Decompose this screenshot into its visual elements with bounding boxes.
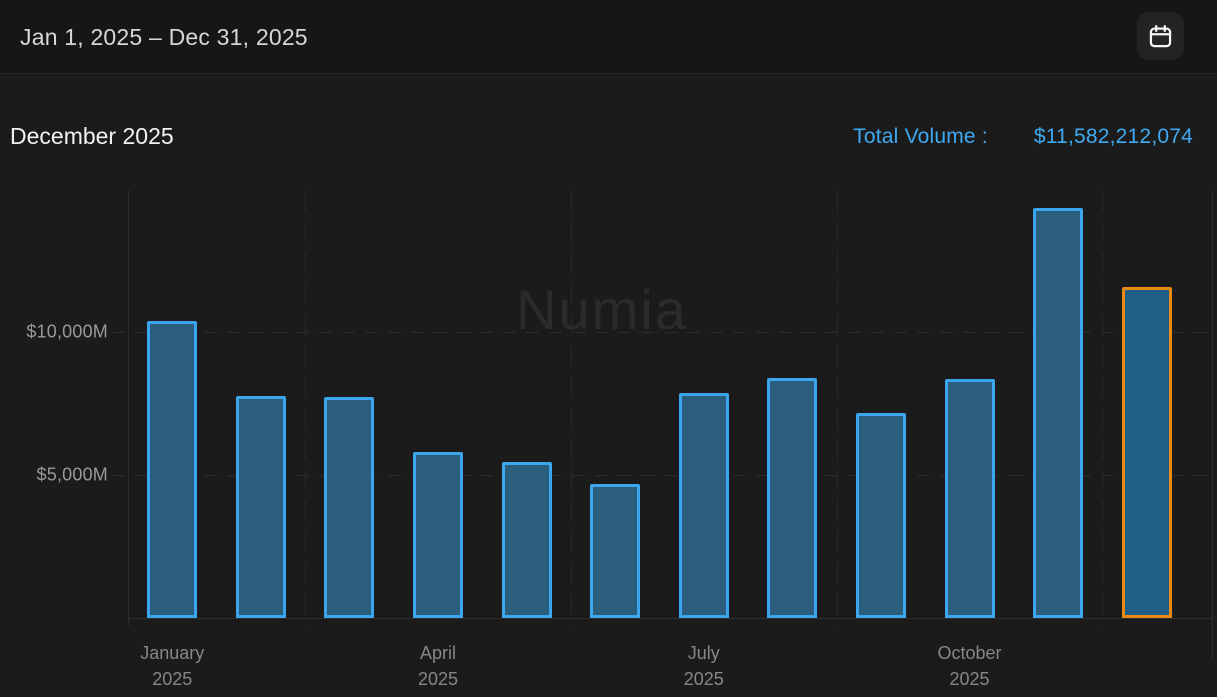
x-axis-baseline bbox=[128, 618, 1213, 619]
bar-march[interactable] bbox=[324, 397, 375, 618]
volume-bar-chart: Numia $10,000M $5,000M January 2025 April 202… bbox=[0, 170, 1217, 697]
x-gridline bbox=[305, 190, 307, 626]
bar-may[interactable] bbox=[501, 462, 552, 618]
bar-december[interactable] bbox=[1121, 286, 1172, 618]
x-axis-tick-label: July 2025 bbox=[683, 643, 724, 689]
x-gridline bbox=[1102, 190, 1104, 626]
calendar-button[interactable] bbox=[1137, 12, 1184, 60]
date-range-bar: Jan 1, 2025 – Dec 31, 2025 bbox=[0, 0, 1217, 74]
x-gridline bbox=[836, 190, 838, 626]
y-axis-tick-label: $5,000M bbox=[36, 464, 108, 485]
x-gridline bbox=[570, 190, 572, 626]
y-axis-tick-label: $10,000M bbox=[26, 321, 108, 342]
bar-june[interactable] bbox=[590, 483, 641, 618]
chart-right-border bbox=[1212, 190, 1213, 660]
bar-july[interactable] bbox=[678, 393, 729, 618]
x-axis-tick-label: October 2025 bbox=[937, 643, 1002, 689]
selected-period-label: December 2025 bbox=[10, 123, 174, 149]
bar-april[interactable] bbox=[413, 452, 464, 618]
total-volume: Total Volume : $11,582,212,074 bbox=[853, 125, 1193, 149]
x-axis-tick-label: January 2025 bbox=[140, 643, 205, 689]
date-range-label: Jan 1, 2025 – Dec 31, 2025 bbox=[20, 24, 308, 50]
bar-october[interactable] bbox=[944, 379, 995, 618]
y-axis-line bbox=[128, 190, 129, 626]
x-axis-tick-label: April 2025 bbox=[418, 643, 459, 689]
bar-august[interactable] bbox=[767, 378, 818, 618]
total-volume-value: $11,582,212,074 bbox=[1033, 125, 1193, 148]
bar-september[interactable] bbox=[855, 413, 906, 618]
chart-header: December 2025 Total Volume : $11,582,212… bbox=[0, 75, 1217, 170]
bar-november[interactable] bbox=[1033, 208, 1084, 618]
calendar-icon bbox=[1147, 23, 1174, 50]
bar-february[interactable] bbox=[235, 396, 286, 618]
total-volume-label: Total Volume : bbox=[853, 125, 988, 148]
bar-january[interactable] bbox=[147, 320, 198, 618]
